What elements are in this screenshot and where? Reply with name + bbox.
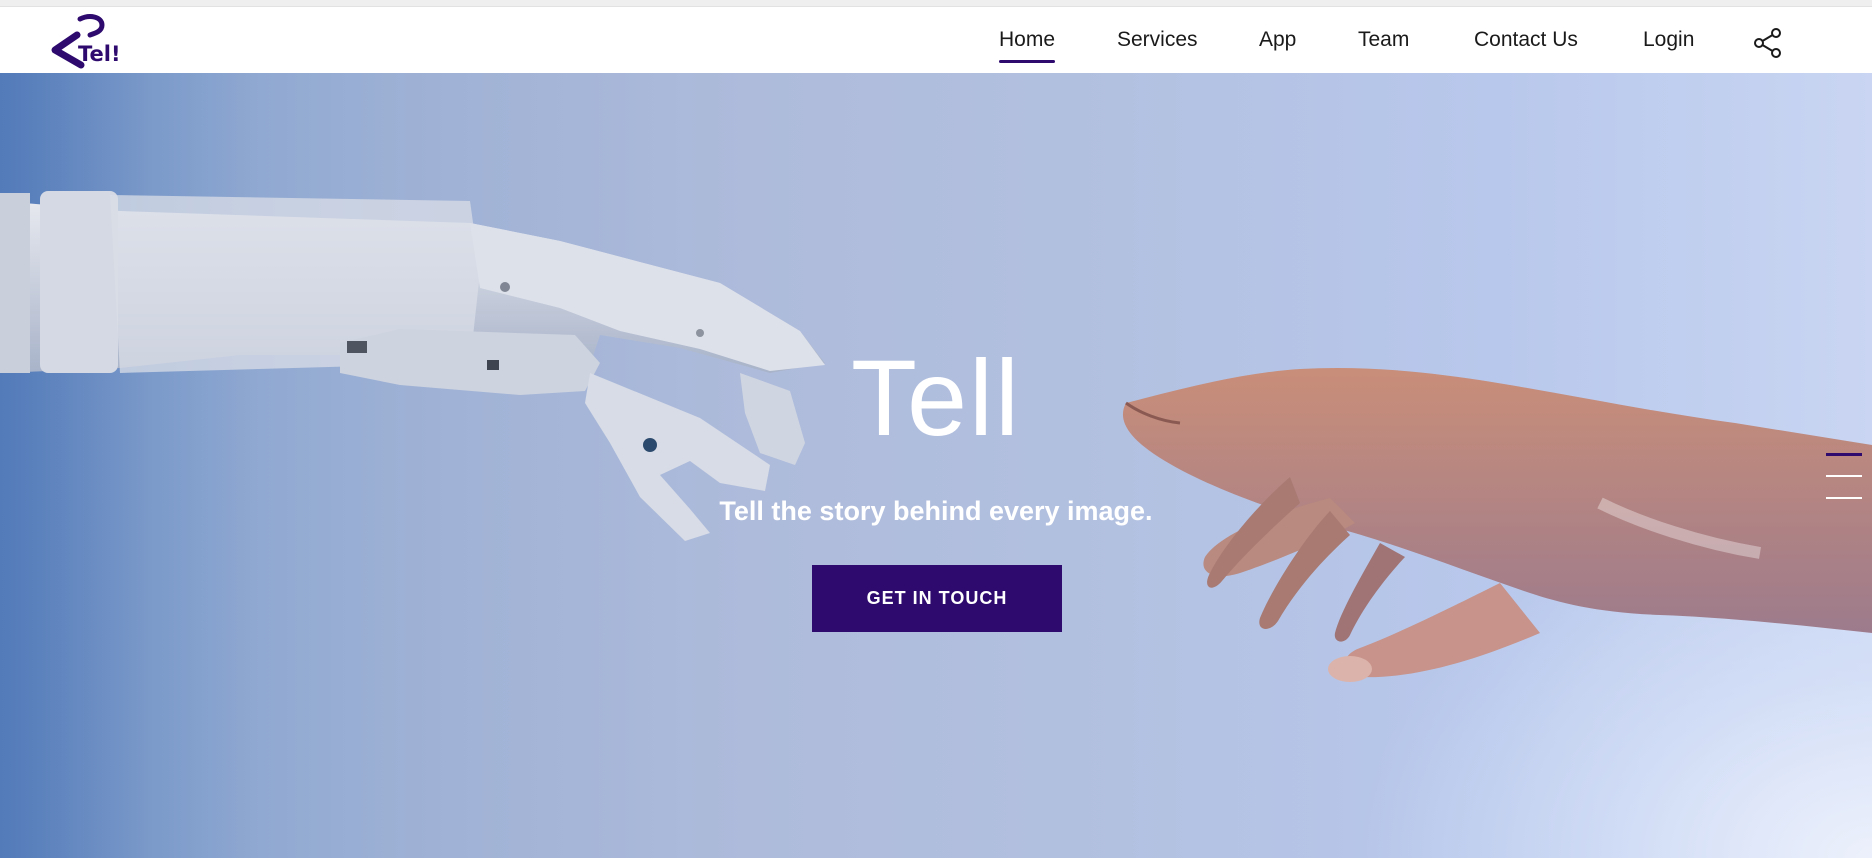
nav-contact-us[interactable]: Contact Us [1474, 23, 1578, 57]
slide-dot-2[interactable] [1826, 475, 1862, 477]
nav-home[interactable]: Home [999, 23, 1056, 63]
nav-app[interactable]: App [1259, 23, 1296, 57]
slide-dot-3[interactable] [1826, 497, 1862, 499]
slide-indicator [1826, 453, 1862, 499]
hero-title: Tell [850, 337, 1022, 458]
hero-subtitle: Tell the story behind every image. [719, 496, 1153, 526]
browser-top-strip [0, 0, 1872, 7]
brand-logo[interactable]: Tel! [50, 11, 136, 73]
nav-login[interactable]: Login [1643, 23, 1694, 57]
hero-section: Tell Tell the story behind every image. … [0, 73, 1872, 858]
navbar: Tel! Home Services App Team Contact Us L… [0, 7, 1872, 73]
slide-dot-1[interactable] [1826, 453, 1862, 456]
nav-team[interactable]: Team [1358, 23, 1409, 57]
share-icon[interactable] [1752, 27, 1784, 59]
nav-services[interactable]: Services [1117, 23, 1198, 57]
logo-text: Tel! [78, 42, 121, 66]
logo-mark-icon: Tel! [51, 14, 121, 69]
get-in-touch-button[interactable]: GET IN TOUCH [812, 565, 1062, 632]
hero-background-image [0, 191, 1872, 682]
